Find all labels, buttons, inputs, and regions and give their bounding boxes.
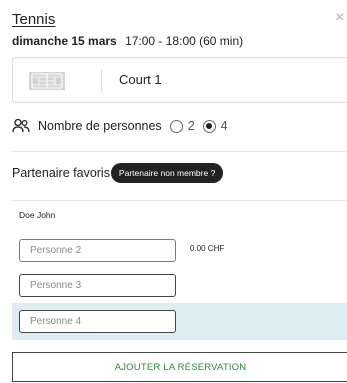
persons-selector: Nombre de personnes 2 4	[12, 117, 228, 135]
booking-time: 17:00 - 18:00 (60 min)	[125, 34, 244, 48]
radio-2-persons[interactable]	[169, 119, 183, 133]
favorites-label: Partenaire favoris :	[12, 166, 117, 180]
owner-name: Doe John	[19, 210, 56, 220]
court-icon	[29, 72, 65, 90]
booking-date: dimanche 15 mars	[12, 34, 117, 48]
radio-4-label: 4	[220, 119, 228, 133]
person-4-input[interactable]	[19, 310, 176, 333]
person-2-input[interactable]	[19, 239, 176, 262]
person-2-price: 0.00 CHF	[190, 244, 225, 253]
close-icon[interactable]: ×	[335, 10, 347, 26]
non-member-partner-button[interactable]: Partenaire non membre ?	[110, 163, 224, 183]
divider	[12, 151, 347, 152]
person-3-input[interactable]	[19, 274, 176, 297]
date-time-line: dimanche 15 mars 17:00 - 18:00 (60 min)	[12, 34, 243, 48]
people-icon	[12, 118, 30, 133]
radio-4-persons[interactable]	[202, 119, 216, 133]
court-card: Court 1	[12, 57, 347, 103]
divider	[12, 200, 347, 201]
radio-2-label: 2	[187, 119, 195, 133]
persons-label: Nombre de personnes	[38, 119, 162, 133]
favorites-row: Partenaire favoris : Partenaire non memb…	[12, 163, 224, 183]
add-reservation-button[interactable]: AJOUTER LA RÉSERVATION	[12, 352, 347, 382]
page-title: Tennis	[12, 11, 56, 28]
court-name: Court 1	[119, 72, 162, 87]
court-divider	[101, 70, 102, 92]
